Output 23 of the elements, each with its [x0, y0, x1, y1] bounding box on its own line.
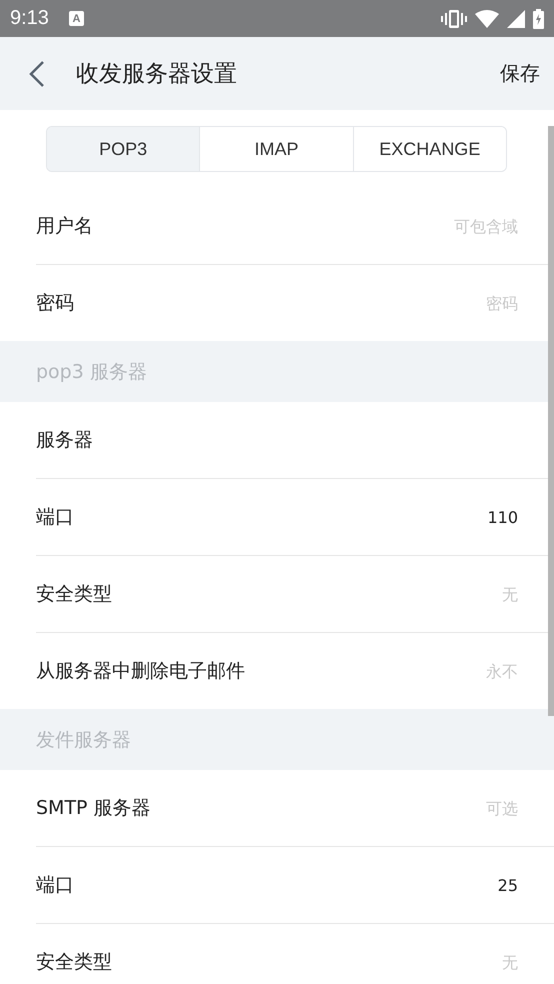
input-field[interactable]: 25 [318, 876, 518, 894]
row-label: 从服务器中删除电子邮件 [36, 659, 246, 684]
protocol-tab[interactable]: EXCHANGE [352, 127, 506, 171]
status-time: 9:13 [10, 7, 49, 30]
page-title: 收发服务器设置 [76, 60, 238, 89]
row-label: 安全类型 [36, 950, 113, 975]
back-icon[interactable] [28, 60, 46, 88]
vibrate-icon [441, 10, 467, 28]
row-label: 用户名 [36, 214, 94, 239]
wifi-icon [475, 10, 499, 28]
row-label: 服务器 [36, 428, 94, 453]
input-field[interactable]: 110 [318, 508, 518, 526]
row-label: 密码 [36, 291, 75, 316]
battery-icon [533, 8, 544, 28]
row-label: 安全类型 [36, 582, 113, 607]
row-label: 端口 [36, 873, 75, 898]
signal-icon [507, 10, 525, 28]
section-heading: 发件服务器 [0, 709, 554, 770]
notification-icon: A [68, 11, 84, 26]
row-label: SMTP 服务器 [36, 796, 152, 821]
row-label: 端口 [36, 505, 75, 530]
save-button[interactable]: 保存 [500, 60, 540, 87]
protocol-tab[interactable]: POP3 [47, 127, 200, 171]
